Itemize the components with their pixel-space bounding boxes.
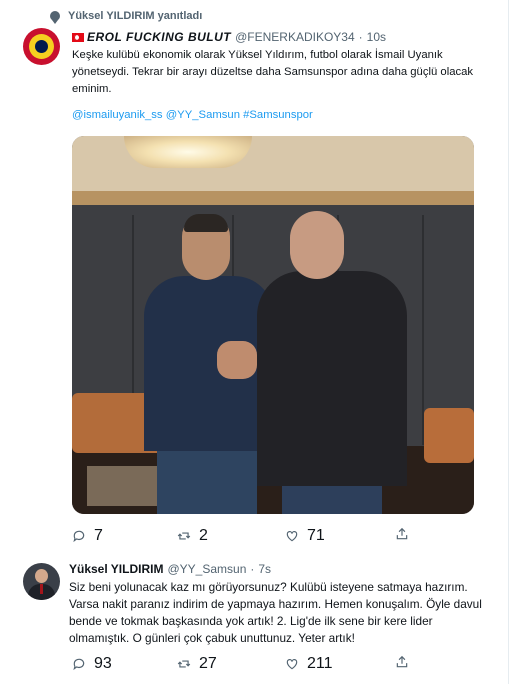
avatar[interactable] [23,563,60,600]
like-count: 211 [307,655,333,672]
separator: · [358,30,363,44]
display-name[interactable]: Yüksel YILDIRIM [69,562,163,576]
tweet-text: Keşke kulübü ekonomik olarak Yüksel Yıld… [72,49,474,95]
photo-handshake [217,341,257,379]
photo-person-left [184,214,228,232]
user-handle[interactable]: @FENERKADIKOY34 [235,30,355,44]
photo-chandelier [124,136,252,168]
share-icon [395,655,409,669]
reply-icon [72,529,86,543]
like-icon [285,657,299,671]
like-button[interactable]: 71 [285,527,325,545]
reply-icon [72,657,86,671]
user-handle[interactable]: @YY_Samsun [167,562,246,576]
photo-person-right [257,271,407,486]
photo-person-right [290,211,344,279]
share-icon [395,527,409,541]
retweet-icon [177,657,191,671]
reply-button[interactable]: 7 [72,527,103,545]
tweet-photo[interactable] [72,136,474,514]
like-icon [285,529,299,543]
like-count: 71 [307,527,325,544]
retweet-button[interactable]: 27 [177,655,217,673]
timestamp[interactable]: 10s [367,30,386,44]
retweet-icon [177,529,191,543]
avatar[interactable] [23,28,60,65]
avatar-tie [40,584,43,594]
tweet-mentions[interactable]: @ismailuyanik_ss @YY_Samsun #Samsunspor [72,109,313,121]
share-button[interactable] [395,655,417,669]
tweet-text: Siz beni yolunacak kaz mı görüyorsunuz? … [69,580,482,645]
share-button[interactable] [395,527,417,541]
reply-count: 7 [94,527,103,544]
retweet-count: 2 [199,527,208,544]
club-crest-icon [29,34,54,59]
reply-count: 93 [94,655,112,672]
tweet-header: Yüksel YILDIRIM @YY_Samsun · 7s [69,562,271,576]
display-name[interactable]: EROL FUCKING BULUT [87,30,231,44]
like-button[interactable]: 211 [285,655,333,673]
retweet-count: 27 [199,655,217,672]
timestamp[interactable]: 7s [258,562,271,576]
reply-button[interactable]: 93 [72,655,112,673]
photo-sofa [424,408,474,463]
timeline: Yüksel YILDIRIM yanıtladı EROL FUCKING B… [0,0,509,684]
avatar-head [35,569,48,583]
separator: · [250,562,255,576]
photo-wall-band [72,191,474,205]
reply-context: Yüksel YILDIRIM yanıtladı [50,10,203,24]
photo-person-left [157,446,257,514]
tweet-header: EROL FUCKING BULUT @FENERKADIKOY34 · 10s [72,30,386,44]
turkish-flag-icon [72,32,84,42]
reply-context-text: Yüksel YILDIRIM yanıtladı [68,10,203,22]
reply-bubble-icon [50,11,60,24]
retweet-button[interactable]: 2 [177,527,208,545]
